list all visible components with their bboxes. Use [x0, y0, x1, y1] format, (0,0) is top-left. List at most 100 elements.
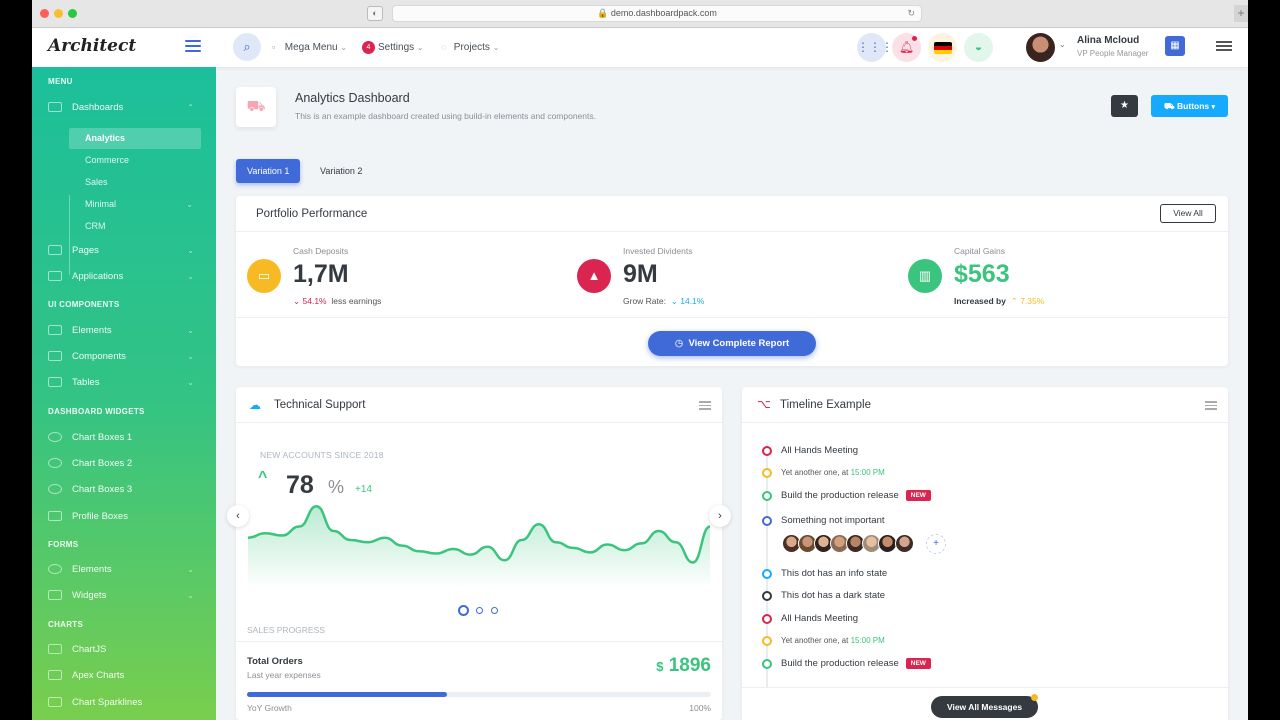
reload-icon[interactable]: ↻: [907, 6, 915, 21]
timeline-item-text: Yet another one, at 15:00 PM: [781, 463, 885, 483]
new-badge: NEW: [905, 489, 931, 501]
nav-projects[interactable]: ◌ Projects ⌄: [441, 28, 499, 67]
card-divider: [236, 641, 722, 642]
maximize-window-icon[interactable]: [68, 9, 77, 18]
sidebar-item-chart-boxes-1[interactable]: Chart Boxes 1: [48, 429, 204, 447]
language-flag-icon[interactable]: [928, 33, 957, 62]
settings-count-badge: 4: [362, 40, 375, 54]
sidebar-item-form-elements[interactable]: Elements ⌄: [48, 561, 204, 579]
calendar-icon[interactable]: ▦: [1165, 36, 1185, 56]
avatar[interactable]: [895, 534, 914, 553]
new-accounts-area-chart: [248, 504, 710, 585]
browser-icon: [48, 245, 62, 256]
add-person-icon[interactable]: +: [926, 534, 946, 554]
delta-value: +14: [355, 484, 372, 495]
app-logo[interactable]: Architect: [48, 36, 136, 56]
sidebar: MENU Dashboards ⌃ Analytics Commerce Sale…: [32, 67, 216, 720]
sidebar-item-tables[interactable]: Tables ⌄: [48, 374, 204, 392]
light-icon: [48, 564, 62, 575]
new-tab-icon[interactable]: +: [1234, 5, 1248, 22]
metric-note: ⌄ 54.1% less earnings: [293, 296, 381, 307]
user-avatar[interactable]: [1026, 33, 1055, 62]
sidebar-item-label: Applications: [72, 271, 124, 282]
user-menu-chevron-icon[interactable]: ⌄: [1059, 40, 1066, 49]
metric-pct: 14.1%: [680, 296, 705, 306]
sidebar-item-label: Chart Boxes 1: [72, 432, 133, 443]
view-all-button[interactable]: View All: [1160, 204, 1216, 223]
activity-icon[interactable]: ◒: [964, 33, 993, 62]
carousel-next-button[interactable]: ›: [709, 505, 731, 527]
carousel-dot-active[interactable]: [458, 605, 469, 616]
carousel-prev-button[interactable]: ‹: [227, 505, 249, 527]
sidebar-item-dashboards[interactable]: Dashboards ⌃: [48, 99, 204, 117]
sidebar-sub-sales[interactable]: Sales: [69, 172, 201, 193]
sidebar-heading-ui: UI COMPONENTS: [48, 300, 120, 309]
sidebar-item-chart-boxes-2[interactable]: Chart Boxes 2: [48, 455, 204, 473]
metric-pct: 7.35%: [1020, 296, 1045, 306]
clock-icon: [48, 458, 62, 469]
display-icon: [48, 377, 62, 388]
sidebar-item-chart-boxes-3[interactable]: Chart Boxes 3: [48, 481, 204, 499]
nav-settings[interactable]: 4 Settings ⌄: [362, 28, 424, 67]
sidebar-sub-analytics[interactable]: Analytics: [69, 128, 201, 149]
sidebar-item-label: Elements: [72, 564, 112, 575]
arrow-down-icon: ⌄: [293, 296, 301, 306]
timeline-title: Timeline Example: [780, 399, 871, 411]
gift-icon: ▫: [272, 42, 276, 52]
close-window-icon[interactable]: [40, 9, 49, 18]
address-bar[interactable]: 🔒 demo.dashboardpack.com ↻: [392, 5, 922, 22]
timeline-card: Timeline Example ⌥ All Hands Meeting Yet…: [742, 387, 1228, 720]
minimize-window-icon[interactable]: [54, 9, 63, 18]
sidebar-item-pages[interactable]: Pages ⌄: [48, 242, 204, 260]
tab-variation-1[interactable]: Variation 1: [236, 159, 301, 183]
arrow-up-icon: ^: [258, 469, 268, 486]
chart-icon: [48, 670, 62, 681]
sidebar-toggle-icon[interactable]: [185, 40, 201, 52]
orders-value: $ 1896: [656, 655, 711, 677]
card-menu-icon[interactable]: [699, 401, 711, 410]
page-subtitle: This is an example dashboard created usi…: [295, 111, 596, 121]
view-all-messages-button[interactable]: View All Messages: [931, 694, 1038, 718]
yoy-progress-fill: [247, 692, 447, 697]
sidebar-item-apex-charts[interactable]: Apex Charts: [48, 667, 204, 685]
sidebar-item-label: Chart Sparklines: [72, 697, 143, 708]
sidebar-sub-commerce[interactable]: Commerce: [69, 150, 201, 171]
sidebar-item-applications[interactable]: Applications ⌄: [48, 268, 204, 286]
sidebar-item-label: Dashboards: [72, 102, 124, 113]
chevron-down-icon: ⌄: [187, 326, 194, 335]
timeline-item-text: All Hands Meeting: [781, 445, 859, 456]
sidebar-item-label: ChartJS: [72, 644, 107, 655]
metric-value: $563: [954, 260, 1010, 288]
tab-variation-2[interactable]: Variation 2: [309, 159, 373, 183]
carousel-dot[interactable]: [476, 607, 483, 614]
search-icon[interactable]: ⌕: [233, 33, 261, 61]
sidebar-sub-minimal[interactable]: Minimal ⌄: [69, 194, 201, 215]
options-menu-icon[interactable]: [1216, 41, 1232, 51]
id-card-icon: [48, 511, 62, 522]
portfolio-card-header: Portfolio Performance: [236, 196, 1228, 232]
view-complete-report-button[interactable]: ◷ View Complete Report: [648, 331, 816, 356]
buttons-dropdown[interactable]: ⛟ Buttons ▾: [1151, 95, 1228, 117]
apps-grid-icon[interactable]: ⋮⋮⋮: [857, 33, 893, 62]
chevron-down-icon: ⌄: [187, 272, 194, 281]
sidebar-item-elements[interactable]: Elements ⌄: [48, 322, 204, 340]
view-all-messages-label: View All Messages: [946, 702, 1023, 712]
sidebar-item-profile-boxes[interactable]: Profile Boxes: [48, 508, 204, 526]
sidebar-sub-crm[interactable]: CRM: [69, 216, 201, 237]
metric-label: Cash Deposits: [293, 246, 349, 256]
privacy-icon[interactable]: ◐: [367, 6, 383, 21]
nav-mega-menu[interactable]: ▫ Mega Menu ⌄: [272, 28, 347, 67]
sidebar-item-label: Profile Boxes: [72, 511, 128, 522]
favorite-star-button[interactable]: ★: [1111, 95, 1138, 117]
currency-symbol: $: [656, 659, 664, 674]
chart-area-fill: [248, 506, 710, 585]
sidebar-item-chart-sparklines[interactable]: Chart Sparklines: [48, 694, 204, 712]
sidebar-item-widgets[interactable]: Widgets ⌄: [48, 587, 204, 605]
nav-mega-menu-label: Mega Menu: [284, 42, 338, 53]
timeline-dot: [762, 614, 772, 624]
card-menu-icon[interactable]: [1205, 401, 1217, 410]
sidebar-item-chartjs[interactable]: ChartJS: [48, 641, 204, 659]
sidebar-item-components[interactable]: Components ⌄: [48, 348, 204, 366]
notifications-bell-icon[interactable]: 🔔︎: [892, 33, 921, 62]
carousel-dot[interactable]: [491, 607, 498, 614]
